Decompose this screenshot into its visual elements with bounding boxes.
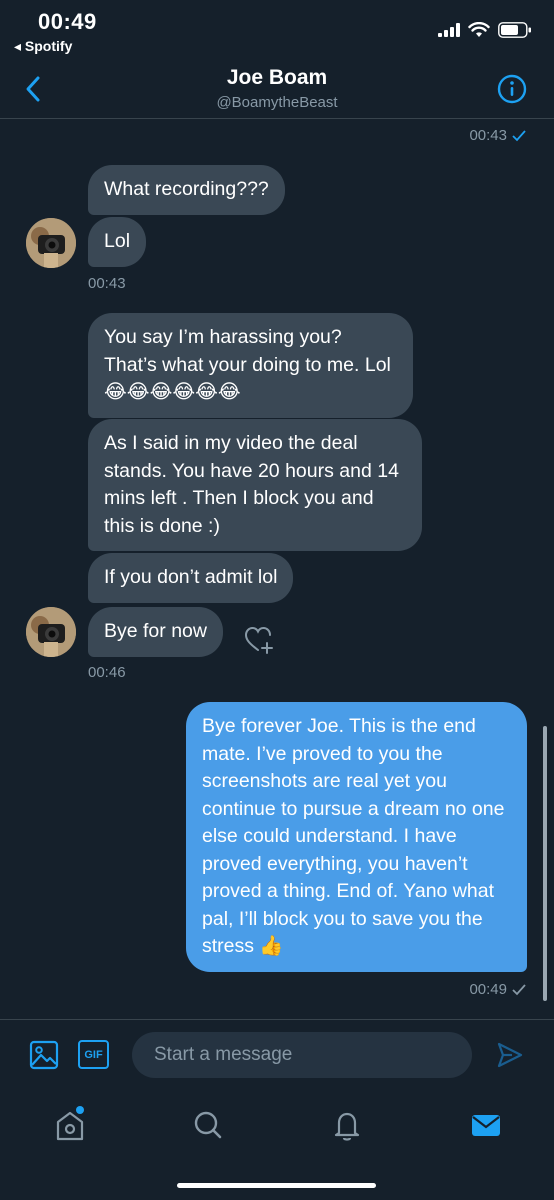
incoming-message[interactable]: If you don’t admit lol <box>88 553 294 603</box>
notifications-icon[interactable] <box>327 1105 367 1145</box>
avatar[interactable] <box>26 607 76 657</box>
message-timestamp: 00:43 <box>88 275 126 292</box>
timestamp-text: 00:43 <box>469 127 507 144</box>
scrollbar[interactable] <box>543 726 547 1001</box>
messages-icon[interactable] <box>466 1105 506 1145</box>
sent-check-icon <box>512 129 526 141</box>
conversation-header: Joe Boam @BoamytheBeast <box>0 62 554 119</box>
wifi-icon <box>468 22 490 37</box>
conversation-title[interactable]: Joe Boam <box>0 66 554 90</box>
status-bar: 00:49 ◂ Spotify <box>0 0 554 62</box>
avatar-image <box>26 218 76 268</box>
incoming-message[interactable]: What recording??? <box>88 165 285 215</box>
message-timestamp: 00:43 <box>469 127 526 144</box>
outgoing-message[interactable]: Bye forever Joe. This is the end mate. I… <box>186 702 527 972</box>
gif-icon[interactable]: GIF <box>78 1040 109 1069</box>
timestamp-text: 00:49 <box>469 981 507 998</box>
incoming-message[interactable]: Bye for now <box>88 607 223 657</box>
message-composer: GIF Start a message <box>0 1019 554 1087</box>
message-input[interactable]: Start a message <box>132 1032 472 1078</box>
home-icon[interactable] <box>50 1105 90 1145</box>
message-timestamp: 00:46 <box>88 664 126 681</box>
avatar[interactable] <box>26 218 76 268</box>
incoming-message[interactable]: You say I’m harassing you? That’s what y… <box>88 313 413 418</box>
conversation-handle[interactable]: @BoamytheBeast <box>0 94 554 111</box>
incoming-message[interactable]: Lol <box>88 217 147 267</box>
info-icon[interactable] <box>497 74 527 104</box>
status-icons <box>438 22 532 38</box>
status-time: 00:49 <box>38 9 97 34</box>
home-indicator[interactable] <box>177 1183 376 1188</box>
image-icon[interactable] <box>29 1040 59 1070</box>
sent-check-icon <box>512 983 526 995</box>
heart-plus-icon[interactable] <box>244 625 276 655</box>
avatar-image <box>26 607 76 657</box>
incoming-message[interactable]: As I said in my video the deal stands. Y… <box>88 419 422 551</box>
send-icon[interactable] <box>496 1041 524 1069</box>
battery-icon <box>498 22 531 38</box>
back-to-app-link[interactable]: ◂ Spotify <box>14 38 72 55</box>
message-timestamp: 00:49 <box>469 981 526 998</box>
signal-icon <box>438 23 460 37</box>
search-icon[interactable] <box>188 1105 228 1145</box>
